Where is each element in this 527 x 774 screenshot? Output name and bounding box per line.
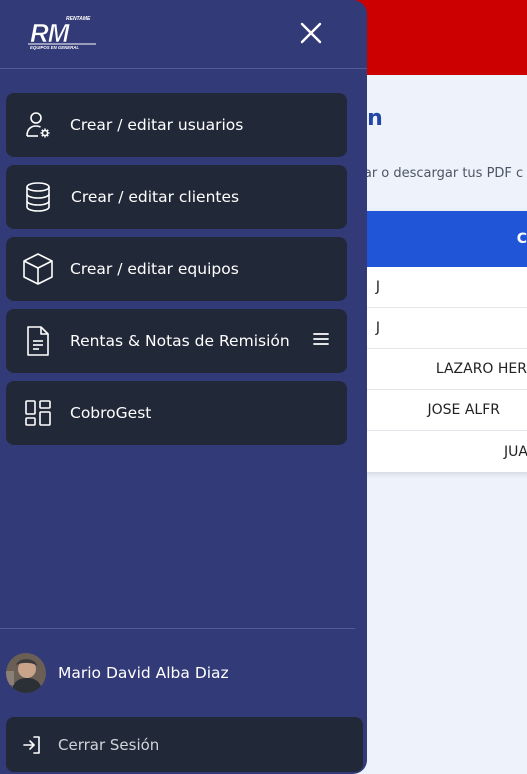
table-row[interactable]: J bbox=[352, 308, 527, 349]
brand-logo[interactable]: RENTAME RM EQUIPOS EN GENERAL bbox=[26, 14, 100, 50]
nav-item-label: CobroGest bbox=[70, 404, 152, 422]
nav-item-usuarios[interactable]: Crear / editar usuarios bbox=[6, 93, 347, 157]
box-icon bbox=[6, 237, 70, 301]
nav-item-label: Rentas & Notas de Remisión bbox=[70, 332, 290, 350]
table-row[interactable]: JUA bbox=[352, 431, 527, 472]
table-header-cell: C bbox=[516, 231, 527, 247]
close-button[interactable] bbox=[296, 18, 326, 48]
database-icon bbox=[6, 165, 70, 229]
hamburger-menu-icon[interactable] bbox=[313, 331, 329, 351]
user-name: Mario David Alba Diaz bbox=[58, 664, 229, 682]
table-cell: JUA bbox=[504, 443, 527, 460]
data-table: C J J LAZARO HER JOSE ALFR JUA bbox=[352, 211, 527, 472]
logout-button[interactable]: Cerrar Sesión bbox=[6, 717, 363, 772]
user-gear-icon bbox=[6, 93, 70, 157]
table-cell: J bbox=[375, 279, 380, 295]
close-icon bbox=[300, 22, 322, 44]
nav-item-rentas[interactable]: Rentas & Notas de Remisión bbox=[6, 309, 347, 373]
drawer-divider bbox=[0, 628, 355, 629]
nav-item-label: Crear / editar usuarios bbox=[70, 116, 244, 134]
table-header: C bbox=[352, 211, 527, 267]
side-drawer: RENTAME RM EQUIPOS EN GENERAL Crear / ed… bbox=[0, 0, 367, 774]
dashboard-icon bbox=[6, 381, 70, 445]
nav-item-label: Crear / editar equipos bbox=[70, 260, 239, 278]
avatar bbox=[6, 653, 46, 693]
logo-bottom-text: EQUIPOS EN GENERAL bbox=[30, 45, 79, 50]
nav-item-label: Crear / editar clientes bbox=[71, 188, 240, 206]
table-row[interactable]: JOSE ALFR bbox=[352, 390, 527, 431]
drawer-nav: Crear / editar usuarios Crear / editar c… bbox=[6, 93, 347, 453]
table-cell: JOSE ALFR bbox=[427, 402, 501, 418]
table-cell: J bbox=[375, 320, 380, 336]
table-cell: LAZARO HER bbox=[435, 361, 527, 377]
nav-item-cobrogest[interactable]: CobroGest bbox=[6, 381, 347, 445]
nav-item-clientes[interactable]: Crear / editar clientes bbox=[6, 165, 347, 229]
page-subtitle: inar o descargar tus PDF c bbox=[352, 166, 524, 181]
logout-label: Cerrar Sesión bbox=[58, 735, 160, 754]
table-row[interactable]: J bbox=[352, 267, 527, 308]
table-row[interactable]: LAZARO HER bbox=[352, 349, 527, 390]
nav-item-equipos[interactable]: Crear / editar equipos bbox=[6, 237, 347, 301]
user-profile[interactable]: Mario David Alba Diaz bbox=[6, 653, 229, 693]
document-icon bbox=[6, 309, 70, 373]
logo-top-text: RENTAME bbox=[66, 16, 91, 22]
drawer-header: RENTAME RM EQUIPOS EN GENERAL bbox=[0, 0, 367, 69]
logout-icon bbox=[6, 735, 42, 755]
